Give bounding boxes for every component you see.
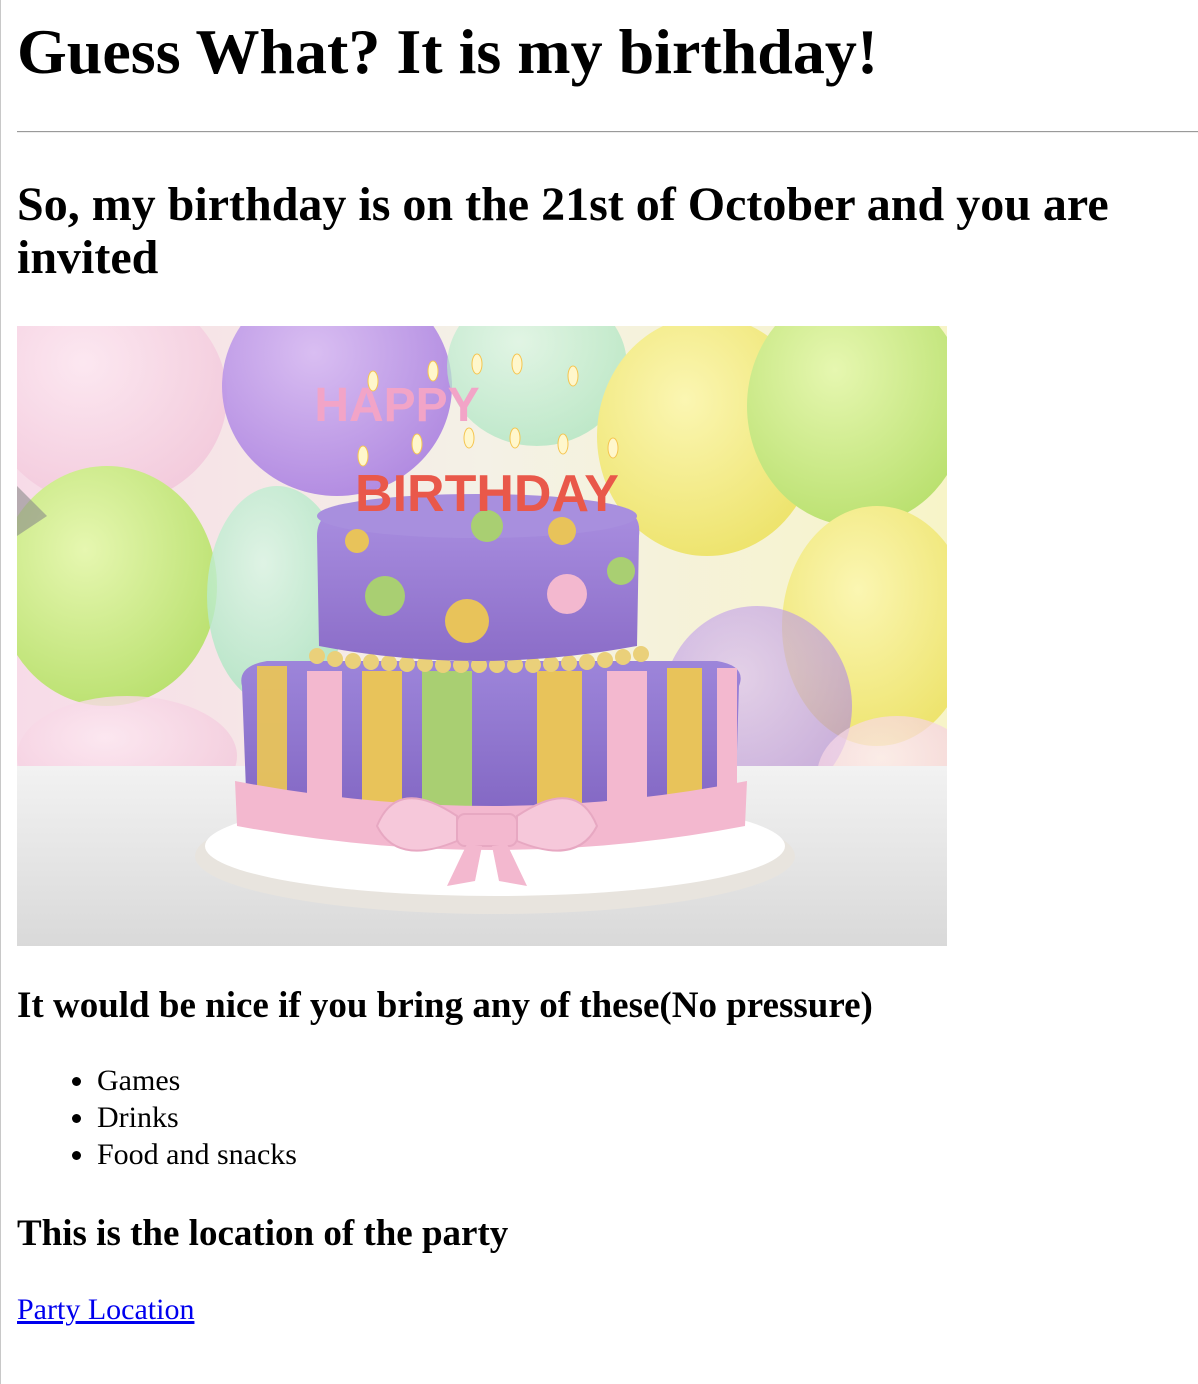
list-item: Games xyxy=(72,1062,297,1099)
invitation-subtitle: So, my birthday is on the 21st of Octobe… xyxy=(17,178,1109,284)
birthday-cake-image: HAPPY BIRTHDAY xyxy=(17,326,947,946)
party-location-link[interactable]: Party Location xyxy=(17,1290,194,1330)
bring-items-list: Games Drinks Food and snacks xyxy=(17,1062,297,1173)
list-item: Food and snacks xyxy=(72,1138,297,1171)
party-location-heading: This is the location of the party xyxy=(17,1213,509,1254)
divider xyxy=(17,131,1198,133)
list-item: Drinks xyxy=(72,1099,297,1136)
cake-text-top: HAPPY xyxy=(314,379,479,432)
page-title: Guess What? It is my birthday! xyxy=(17,16,879,87)
bring-items-heading: It would be nice if you bring any of the… xyxy=(17,985,873,1026)
cake-text-bottom: BIRTHDAY xyxy=(355,465,619,523)
